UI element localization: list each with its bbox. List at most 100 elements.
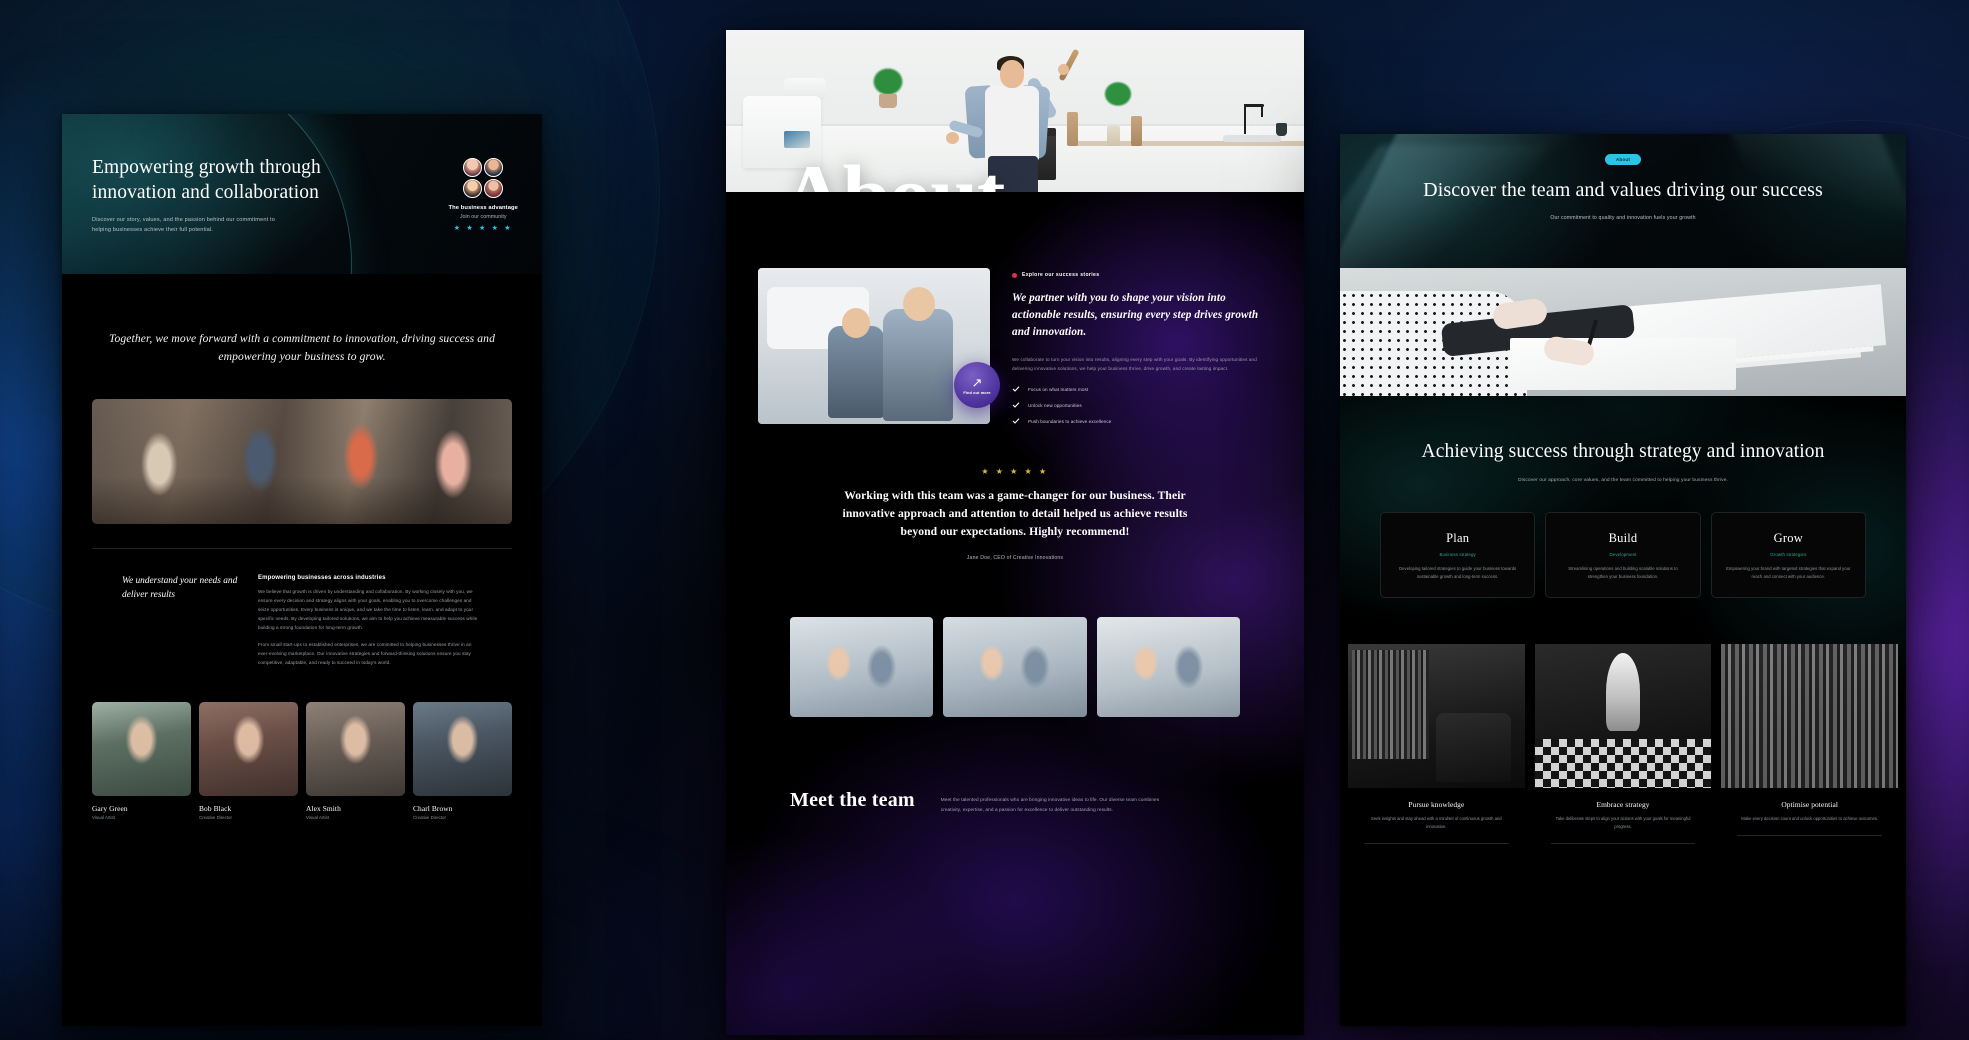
card-text: Developing tailored strategies to guide … — [1399, 565, 1517, 579]
right-page-mockup[interactable]: About Discover the team and values drivi… — [1340, 134, 1906, 1026]
avatar — [484, 179, 504, 198]
left-hero-subtitle: Discover our story, values, and the pass… — [92, 216, 275, 233]
values-row: Pursue knowledge Seek insights and stay … — [1340, 598, 1906, 844]
checklist-item: Unlock new opportunities — [1012, 401, 1272, 409]
right-section-subtitle: Discover our approach, core values, and … — [1518, 477, 1728, 483]
team-member-role: Creative Director — [413, 815, 446, 821]
team-member-name: Gary Green — [92, 803, 128, 813]
center-paragraph: We collaborate to turn your vision into … — [1012, 357, 1257, 372]
team-member-card[interactable]: Charl Brown Creative Director — [413, 701, 512, 821]
avatar — [484, 158, 504, 177]
dot-icon — [1012, 272, 1017, 278]
card-kicker: Development — [1609, 551, 1637, 557]
divider — [1364, 842, 1509, 844]
strategy-card-build[interactable]: Build Development Streamlining operation… — [1545, 511, 1701, 598]
divider — [1737, 834, 1883, 836]
value-title: Optimise potential — [1781, 799, 1838, 809]
team-member-card[interactable]: Alex Smith Visual Artist — [306, 701, 405, 821]
center-body: Explore our success stories We partner w… — [726, 192, 1304, 1035]
value-image — [1534, 643, 1712, 788]
checklist-item: Focus on what matters most — [1012, 385, 1272, 393]
left-split-kicker: Empowering businesses across industries — [258, 575, 386, 582]
value-title: Embrace strategy — [1596, 799, 1650, 809]
card-kicker: Business strategy — [1439, 551, 1476, 557]
center-checklist: Focus on what matters most Unlock new op… — [1012, 385, 1272, 425]
checklist-label: Push boundaries to achieve excellence — [1028, 418, 1112, 424]
left-body: Together, we move forward with a commitm… — [62, 274, 542, 821]
center-badge: Explore our success stories — [1012, 272, 1272, 278]
left-page-mockup[interactable]: Empowering growth through innovation and… — [62, 114, 542, 1026]
left-team-grid: Gary Green Visual Artist Bob Black Creat… — [62, 676, 542, 821]
left-hero-title: Empowering growth through innovation and… — [92, 157, 321, 203]
right-section-heading: Achieving success through strategy and i… — [1421, 441, 1825, 462]
find-out-more-button[interactable]: ↗ Find out more — [954, 362, 1000, 408]
card-title: Grow — [1773, 530, 1803, 545]
strategy-card-grow[interactable]: Grow Growth strategies Empowering your b… — [1710, 511, 1866, 598]
star-rating-icon: ★ ★ ★ ★ ★ — [453, 225, 513, 232]
card-text: Streamlining operations and building sca… — [1568, 565, 1678, 579]
team-member-name: Alex Smith — [306, 803, 341, 813]
team-member-card[interactable]: Gary Green Visual Artist — [92, 701, 191, 820]
gallery-image[interactable] — [943, 617, 1087, 718]
check-icon — [1012, 386, 1020, 392]
center-testimonial: ★ ★ ★ ★ ★ Working with this team was a g… — [758, 425, 1272, 561]
avatar — [463, 179, 483, 198]
social-proof-subtitle: Join our community — [459, 214, 507, 220]
right-body: Achieving success through strategy and i… — [1340, 396, 1906, 1026]
right-section-header: Achieving success through strategy and i… — [1340, 396, 1906, 486]
left-split-paragraph-1: We believe that growth is driven by unde… — [258, 589, 478, 631]
left-split-paragraph-2: From small start-ups to established ente… — [258, 641, 472, 665]
strategy-cards: Plan Business strategy Developing tailor… — [1340, 486, 1906, 598]
meet-the-team-heading: Meet the team — [790, 789, 915, 812]
gallery-image[interactable] — [1096, 617, 1240, 718]
avatar-group — [463, 158, 504, 198]
center-badge-label: Explore our success stories — [1022, 272, 1100, 278]
right-hero-subtitle: Our commitment to quality and innovation… — [1550, 215, 1696, 222]
team-member-name: Charl Brown — [413, 803, 453, 813]
center-feature-photo — [758, 268, 990, 424]
divider — [1550, 842, 1696, 844]
value-text: Make every decision count and unlock opp… — [1741, 815, 1879, 821]
social-proof-block: The business advantage Join our communit… — [448, 156, 518, 232]
right-hero-photo — [1340, 268, 1906, 396]
check-icon — [1012, 418, 1020, 424]
value-text: Take deliberate steps to align your acti… — [1555, 815, 1691, 829]
value-item[interactable]: Optimise potential Make every decision c… — [1721, 643, 1899, 844]
value-image — [1348, 643, 1525, 788]
checklist-label: Unlock new opportunities — [1028, 402, 1082, 408]
left-hero: Empowering growth through innovation and… — [62, 114, 542, 274]
value-title: Pursue knowledge — [1408, 799, 1465, 809]
team-member-photo — [199, 701, 298, 796]
star-rating-icon: ★ ★ ★ ★ ★ — [981, 467, 1049, 477]
center-gallery — [758, 561, 1272, 718]
check-icon — [1012, 402, 1020, 408]
value-item[interactable]: Embrace strategy Take deliberate steps t… — [1534, 643, 1712, 844]
card-title: Build — [1608, 530, 1638, 545]
left-pull-quote: Together, we move forward with a commitm… — [109, 332, 495, 363]
team-member-photo — [413, 701, 512, 796]
value-item[interactable]: Pursue knowledge Seek insights and stay … — [1348, 643, 1525, 844]
team-member-card[interactable]: Bob Black Creative Director — [199, 701, 298, 820]
card-text: Empowering your brand with targeted stra… — [1726, 565, 1851, 579]
right-hero: About Discover the team and values drivi… — [1340, 134, 1906, 268]
social-proof-title: The business advantage — [448, 205, 518, 211]
center-hero-title: About — [782, 152, 1005, 192]
left-team-photo — [92, 399, 512, 525]
arrow-up-right-icon: ↗ — [971, 374, 983, 390]
find-out-more-label: Find out more — [963, 389, 991, 395]
about-pill-badge[interactable]: About — [1604, 154, 1642, 165]
center-page-mockup[interactable]: About Explore our success stories We par… — [726, 30, 1304, 1035]
team-member-role: Visual Artist — [306, 815, 329, 821]
left-split-section: We understand your needs and deliver res… — [92, 548, 512, 676]
center-heading: We partner with you to shape your vision… — [1012, 292, 1259, 339]
value-image — [1721, 643, 1899, 788]
team-member-photo — [92, 701, 191, 796]
card-kicker: Growth strategies — [1770, 551, 1807, 557]
checklist-label: Focus on what matters most — [1028, 386, 1089, 392]
presentation-stage: Empowering growth through innovation and… — [0, 0, 1969, 1040]
checklist-item: Push boundaries to achieve excellence — [1012, 417, 1272, 425]
strategy-card-plan[interactable]: Plan Business strategy Developing tailor… — [1380, 511, 1536, 598]
gallery-image[interactable] — [790, 617, 934, 718]
team-member-name: Bob Black — [199, 803, 232, 813]
value-text: Seek insights and stay ahead with a mind… — [1371, 815, 1502, 829]
